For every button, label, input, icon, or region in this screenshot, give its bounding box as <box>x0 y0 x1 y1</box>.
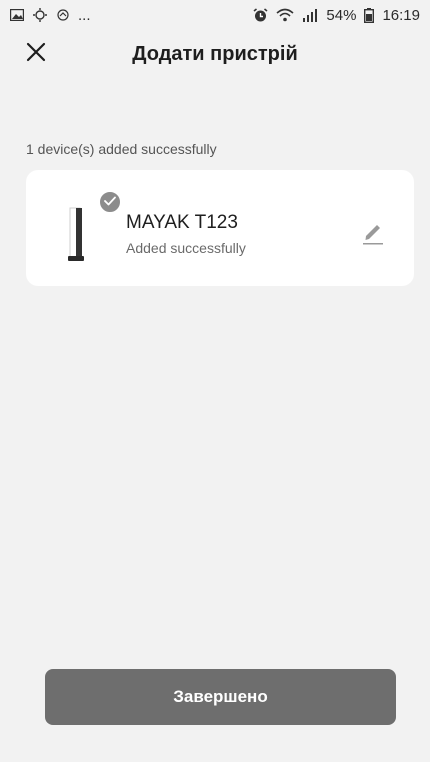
status-right: 54% 16:19 <box>253 7 420 24</box>
close-icon <box>26 42 46 67</box>
device-status: Added successfully <box>126 240 246 256</box>
edit-device-button[interactable] <box>362 220 384 246</box>
page-title: Додати пристрій <box>132 42 298 65</box>
device-thumbnail <box>62 206 92 262</box>
battery-percent: 54% <box>326 6 357 24</box>
sync-icon <box>32 8 48 22</box>
notification-overflow: ... <box>78 6 91 24</box>
alarm-icon <box>253 7 268 23</box>
check-icon <box>104 193 116 211</box>
success-badge <box>98 190 122 214</box>
status-bar: ... 54% 16:19 <box>0 0 430 30</box>
app-header: Додати пристрій <box>0 30 430 78</box>
pencil-icon <box>362 225 384 250</box>
status-time: 16:19 <box>382 6 420 24</box>
device-card[interactable]: MAYAK T123 Added successfully <box>26 170 414 286</box>
status-left: ... <box>10 7 91 24</box>
cloud-icon <box>56 9 70 21</box>
image-icon <box>10 9 24 21</box>
battery-icon <box>364 7 375 23</box>
added-summary: 1 device(s) added successfully <box>26 141 217 157</box>
signal-icon <box>302 8 318 22</box>
wifi-icon <box>276 8 294 22</box>
finish-button[interactable]: Завершено <box>45 669 396 725</box>
device-info: MAYAK T123 Added successfully <box>126 212 246 256</box>
device-name: MAYAK T123 <box>126 212 238 233</box>
close-button[interactable] <box>22 40 50 68</box>
